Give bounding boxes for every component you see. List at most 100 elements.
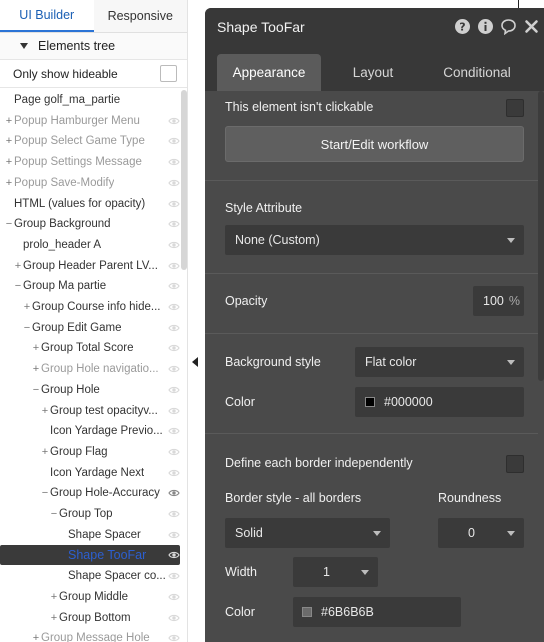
collapse-panel-icon[interactable] bbox=[192, 357, 198, 367]
eye-icon[interactable] bbox=[168, 529, 180, 541]
tree-item[interactable]: − Group Hole-Accuracy bbox=[0, 483, 180, 503]
eye-icon[interactable] bbox=[168, 342, 180, 354]
tree-item[interactable]: − Group Background bbox=[0, 214, 180, 234]
tree-item[interactable]: − Group Edit Game bbox=[0, 318, 180, 338]
tab-appearance[interactable]: Appearance bbox=[217, 54, 321, 91]
expand-icon[interactable]: + bbox=[40, 405, 50, 417]
only-show-hideable-checkbox[interactable] bbox=[160, 65, 177, 82]
comment-icon[interactable] bbox=[500, 18, 517, 35]
expand-icon[interactable]: + bbox=[4, 135, 14, 147]
tree-item[interactable]: + Group Header Parent LV... bbox=[0, 256, 180, 276]
eye-icon[interactable] bbox=[168, 322, 180, 334]
collapse-icon[interactable]: − bbox=[31, 384, 41, 396]
eye-icon[interactable] bbox=[168, 612, 180, 624]
background-color-picker[interactable]: #000000 bbox=[355, 387, 524, 417]
eye-icon[interactable] bbox=[168, 632, 180, 642]
tree-item[interactable]: + Popup Settings Message bbox=[0, 152, 180, 172]
start-edit-workflow-button[interactable]: Start/Edit workflow bbox=[225, 126, 524, 162]
tree-item[interactable]: + Popup Hamburger Menu bbox=[0, 111, 180, 131]
eye-icon[interactable] bbox=[168, 280, 180, 292]
collapse-icon[interactable]: − bbox=[49, 508, 59, 520]
eye-icon[interactable] bbox=[168, 384, 180, 396]
tree-item[interactable]: + Group test opacityv... bbox=[0, 401, 180, 421]
tab-ui-builder[interactable]: UI Builder bbox=[0, 0, 94, 32]
tree-item[interactable]: + Popup Save-Modify bbox=[0, 173, 180, 193]
opacity-input[interactable]: 100 % bbox=[473, 286, 524, 316]
tree-item-label: Icon Yardage Next bbox=[50, 466, 145, 479]
help-icon[interactable]: ? bbox=[454, 18, 471, 35]
editor-scrollbar[interactable] bbox=[538, 91, 544, 381]
eye-icon[interactable] bbox=[168, 239, 180, 251]
eye-icon[interactable] bbox=[168, 508, 180, 520]
expand-icon[interactable]: + bbox=[4, 156, 14, 168]
close-icon[interactable] bbox=[523, 18, 540, 35]
tree-item[interactable]: prolo_header A bbox=[0, 235, 180, 255]
not-clickable-checkbox[interactable] bbox=[506, 99, 524, 117]
roundness-dropdown[interactable]: 0 bbox=[438, 518, 524, 548]
border-style-dropdown[interactable]: Solid bbox=[225, 518, 390, 548]
tab-responsive[interactable]: Responsive bbox=[93, 0, 187, 32]
tree-item[interactable]: Shape Spacer co... bbox=[0, 566, 180, 586]
tree-item[interactable]: − Group Hole bbox=[0, 380, 180, 400]
style-attribute-dropdown[interactable]: None (Custom) bbox=[225, 225, 524, 255]
tree-item[interactable]: + Group Flag bbox=[0, 442, 180, 462]
border-color-picker[interactable]: #6B6B6B bbox=[293, 597, 461, 627]
collapse-icon[interactable]: − bbox=[40, 487, 50, 499]
tree-item[interactable]: + Group Bottom bbox=[0, 608, 180, 628]
border-width-label: Width bbox=[225, 565, 257, 579]
border-width-dropdown[interactable]: 1 bbox=[293, 557, 378, 587]
eye-icon[interactable] bbox=[168, 301, 180, 313]
tree-item[interactable]: HTML (values for opacity) bbox=[0, 194, 180, 214]
background-style-dropdown[interactable]: Flat color bbox=[355, 347, 524, 377]
tab-conditional[interactable]: Conditional bbox=[425, 54, 529, 91]
collapse-icon[interactable]: − bbox=[4, 218, 14, 230]
eye-icon[interactable] bbox=[168, 363, 180, 375]
elements-tree-header[interactable]: Elements tree bbox=[0, 33, 187, 60]
eye-icon[interactable] bbox=[168, 425, 180, 437]
eye-icon[interactable] bbox=[168, 198, 180, 210]
tree-scrollbar[interactable] bbox=[181, 90, 187, 270]
expand-icon[interactable]: + bbox=[13, 260, 23, 272]
tree-item-label: Popup Settings Message bbox=[14, 156, 142, 169]
tree-item[interactable]: Icon Yardage Next bbox=[0, 463, 180, 483]
eye-icon[interactable] bbox=[168, 570, 180, 582]
tree-item[interactable]: − Group Top bbox=[0, 504, 180, 524]
tree-item[interactable]: Shape Spacer bbox=[0, 525, 180, 545]
eye-icon[interactable] bbox=[168, 487, 180, 499]
expand-icon[interactable]: + bbox=[4, 115, 14, 127]
info-icon[interactable] bbox=[477, 18, 494, 35]
expand-icon[interactable]: + bbox=[31, 342, 41, 354]
tree-item[interactable]: Shape TooFar bbox=[0, 545, 180, 566]
tree-item[interactable]: Page golf_ma_partie bbox=[0, 90, 180, 110]
expand-icon[interactable]: + bbox=[22, 301, 32, 313]
border-independent-checkbox[interactable] bbox=[506, 455, 524, 473]
eye-icon[interactable] bbox=[168, 467, 180, 479]
tree-item[interactable]: + Popup Select Game Type bbox=[0, 131, 180, 151]
eye-icon[interactable] bbox=[168, 115, 180, 127]
eye-icon[interactable] bbox=[168, 260, 180, 272]
tree-item[interactable]: + Group Middle bbox=[0, 587, 180, 607]
expand-icon[interactable]: + bbox=[49, 591, 59, 603]
expand-icon[interactable]: + bbox=[31, 632, 41, 642]
tree-item[interactable]: Icon Yardage Previo... bbox=[0, 421, 180, 441]
tree-item[interactable]: + Group Hole navigatio... bbox=[0, 359, 180, 379]
eye-icon[interactable] bbox=[168, 135, 180, 147]
expand-icon[interactable]: + bbox=[40, 446, 50, 458]
tree-item[interactable]: + Group Message Hole bbox=[0, 628, 180, 642]
collapse-icon[interactable]: − bbox=[22, 322, 32, 334]
eye-icon[interactable] bbox=[168, 156, 180, 168]
collapse-icon[interactable]: − bbox=[13, 280, 23, 292]
eye-icon[interactable] bbox=[168, 177, 180, 189]
eye-icon[interactable] bbox=[168, 405, 180, 417]
expand-icon[interactable]: + bbox=[49, 612, 59, 624]
tree-item[interactable]: + Group Total Score bbox=[0, 338, 180, 358]
tab-layout[interactable]: Layout bbox=[331, 54, 415, 91]
tree-item[interactable]: + Group Course info hide... bbox=[0, 297, 180, 317]
eye-icon[interactable] bbox=[168, 218, 180, 230]
expand-icon[interactable]: + bbox=[31, 363, 41, 375]
eye-icon[interactable] bbox=[168, 446, 180, 458]
eye-icon[interactable] bbox=[168, 591, 180, 603]
eye-icon[interactable] bbox=[168, 549, 180, 561]
expand-icon[interactable]: + bbox=[4, 177, 14, 189]
tree-item[interactable]: − Group Ma partie bbox=[0, 276, 180, 296]
